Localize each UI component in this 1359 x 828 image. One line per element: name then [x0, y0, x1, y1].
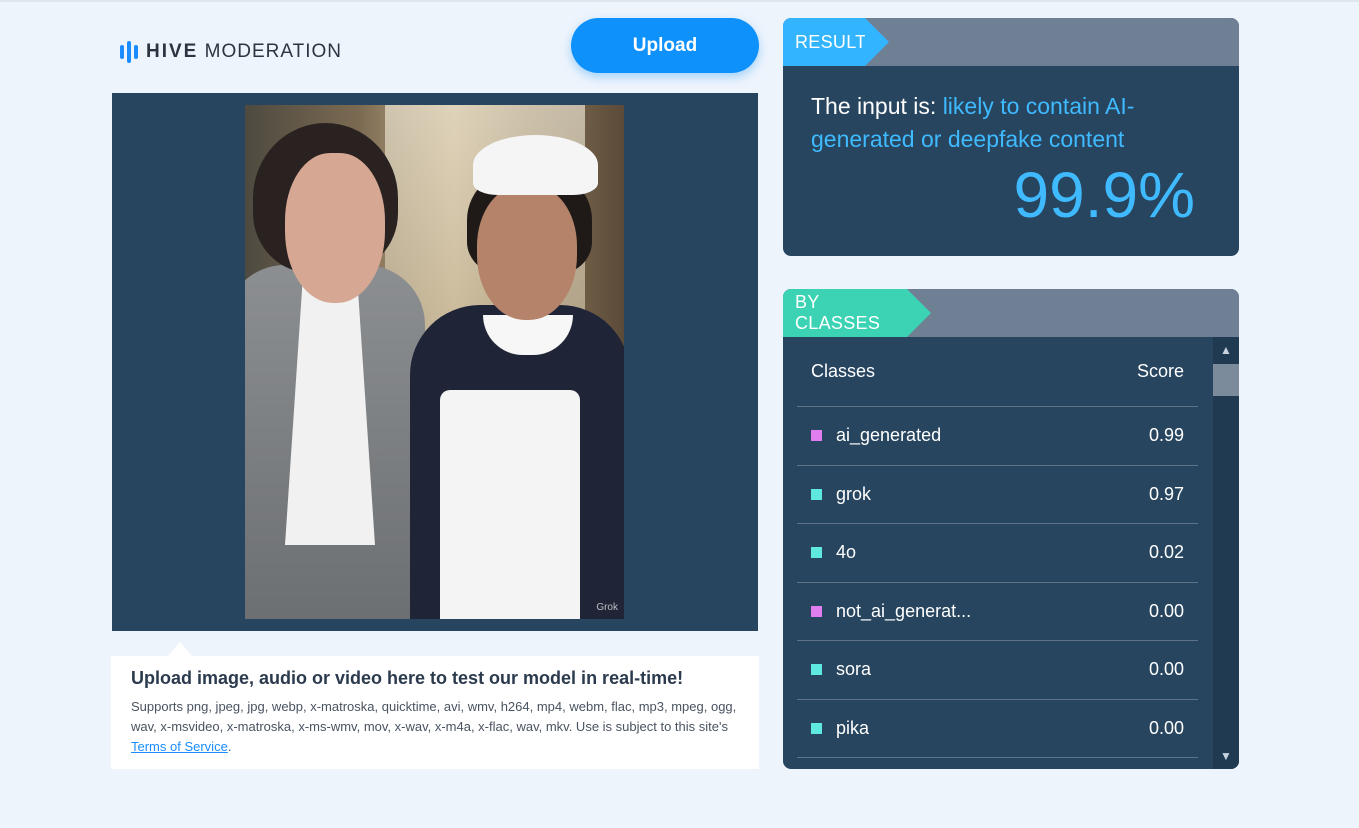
supported-formats-text: Supports png, jpeg, jpg, webp, x-matrosk… — [131, 699, 737, 734]
class-score: 0.02 — [1148, 542, 1184, 563]
class-score: 0.97 — [1148, 483, 1184, 504]
classes-table: Classes Score ai_generated 0.99 grok 0.97 4o… — [797, 337, 1198, 758]
col-score: Score — [1136, 361, 1184, 381]
class-color-swatch — [811, 605, 822, 617]
classes-header: BY CLASSES — [783, 289, 1239, 337]
classes-scrollbar[interactable]: ▲ ▼ — [1213, 337, 1239, 769]
class-score: 0.99 — [1148, 425, 1184, 446]
result-header: RESULT — [783, 18, 1239, 66]
class-color-swatch — [811, 430, 822, 442]
class-score: 0.00 — [1148, 659, 1184, 680]
result-tag: RESULT — [783, 18, 889, 66]
row-class: sora — [811, 659, 871, 680]
result-statement: The input is: likely to contain AI-gener… — [811, 90, 1211, 156]
class-name: 4o — [836, 542, 857, 563]
class-color-swatch — [811, 664, 822, 676]
class-color-swatch — [811, 722, 822, 734]
row-class: not_ai_generat... — [811, 601, 971, 622]
classes-card: BY CLASSES Classes Score ai_generated 0.9… — [783, 289, 1239, 769]
table-row: not_ai_generat... 0.00 — [797, 583, 1198, 641]
photo-watermark: Grok — [596, 602, 618, 613]
class-name: not_ai_generat... — [836, 600, 972, 621]
chevron-down-icon[interactable]: ▼ — [1213, 745, 1239, 767]
table-row: sora 0.00 — [797, 641, 1198, 700]
terms-of-service-link[interactable]: Terms of Service — [131, 739, 228, 754]
class-name: sora — [836, 659, 872, 680]
result-card: RESULT The input is: likely to contain A… — [783, 18, 1239, 256]
table-row: grok 0.97 — [797, 466, 1198, 524]
col-classes: Classes — [811, 361, 876, 381]
logo-text: HIVE MODERATION — [146, 41, 342, 63]
row-class: pika — [811, 718, 869, 739]
class-name: ai_generated — [836, 425, 942, 446]
chevron-up-icon[interactable]: ▲ — [1213, 339, 1239, 361]
upload-button[interactable]: Upload — [571, 18, 759, 73]
row-class: ai_generated — [811, 425, 941, 446]
info-text: Supports png, jpeg, jpg, webp, x-matrosk… — [131, 697, 739, 757]
class-name: grok — [836, 483, 872, 504]
class-score: 0.00 — [1148, 717, 1184, 738]
classes-tag: BY CLASSES — [783, 289, 931, 337]
logo-brand-light: MODERATION — [204, 41, 343, 62]
table-header: Classes Score — [797, 337, 1198, 407]
info-suffix: . — [227, 739, 232, 754]
result-percentage: 99.9% — [1013, 159, 1195, 231]
class-name: pika — [836, 717, 870, 738]
table-row: ai_generated 0.99 — [797, 407, 1198, 466]
logo-brand-bold: HIVE — [146, 41, 199, 62]
uploaded-photo: Grok — [245, 105, 624, 619]
hive-bars-icon — [120, 41, 138, 63]
hive-logo[interactable]: HIVE MODERATION — [120, 40, 342, 64]
image-preview-panel[interactable]: Grok — [112, 93, 758, 631]
table-row: pika 0.00 — [797, 700, 1198, 758]
row-class: 4o — [811, 542, 856, 563]
table-row: 4o 0.02 — [797, 524, 1198, 583]
class-score: 0.00 — [1148, 600, 1184, 621]
row-class: grok — [811, 484, 871, 505]
result-prefix: The input is: — [811, 93, 943, 119]
scroll-thumb[interactable] — [1213, 364, 1239, 396]
upload-info-box: Upload image, audio or video here to tes… — [111, 642, 759, 769]
info-title: Upload image, audio or video here to tes… — [131, 668, 684, 688]
class-color-swatch — [811, 488, 822, 500]
class-color-swatch — [811, 547, 822, 559]
